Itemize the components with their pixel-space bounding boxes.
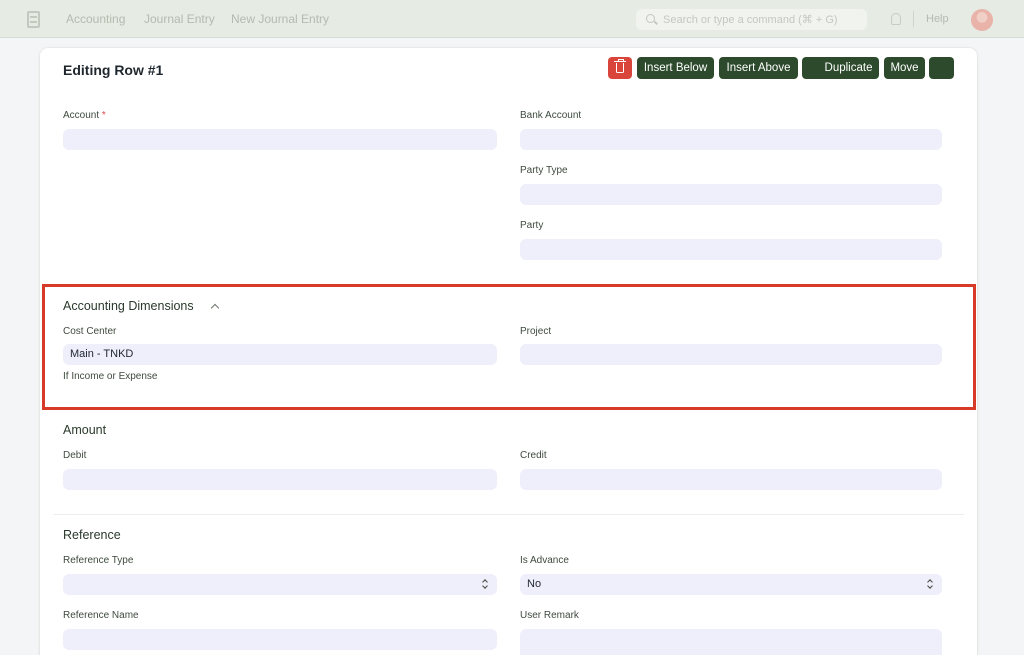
- party-type-label: Party Type: [520, 165, 568, 176]
- collapse-row-button[interactable]: [929, 57, 954, 79]
- insert-below-button[interactable]: Insert Below: [637, 57, 714, 79]
- move-button[interactable]: Move: [884, 57, 925, 79]
- party-label: Party: [520, 220, 544, 231]
- breadcrumb-accounting[interactable]: Accounting: [66, 12, 125, 26]
- help-menu[interactable]: Help: [926, 13, 949, 25]
- party-type-field[interactable]: [520, 184, 942, 205]
- credit-field[interactable]: [520, 469, 942, 490]
- debit-label: Debit: [63, 450, 87, 461]
- bell-icon[interactable]: [891, 13, 901, 25]
- trash-icon: [614, 59, 626, 73]
- reference-type-select[interactable]: [63, 574, 497, 595]
- avatar[interactable]: [971, 9, 993, 31]
- required-mark: *: [101, 110, 106, 121]
- credit-label: Credit: [520, 450, 547, 461]
- breadcrumb-new-journal-entry[interactable]: New Journal Entry: [231, 12, 329, 26]
- delete-row-button[interactable]: [608, 57, 632, 79]
- highlight-box: [42, 284, 976, 410]
- insert-above-button[interactable]: Insert Above: [719, 57, 798, 79]
- search-placeholder: Search or type a command (⌘ + G): [663, 14, 838, 26]
- is-advance-select[interactable]: No: [520, 574, 942, 595]
- duplicate-button[interactable]: Duplicate: [802, 57, 879, 79]
- is-advance-label: Is Advance: [520, 555, 569, 566]
- app-logo-icon[interactable]: [27, 11, 40, 28]
- reference-type-label: Reference Type: [63, 555, 134, 566]
- account-label: Account *: [63, 110, 106, 121]
- bank-account-field[interactable]: [520, 129, 942, 150]
- user-remark-label: User Remark: [520, 610, 579, 621]
- form-title: Editing Row #1: [63, 62, 164, 78]
- user-remark-textarea[interactable]: [520, 629, 942, 655]
- amount-heading: Amount: [63, 423, 107, 437]
- is-advance-value: No: [527, 578, 542, 590]
- party-field[interactable]: [520, 239, 942, 260]
- breadcrumb-journal-entry[interactable]: Journal Entry: [144, 12, 215, 26]
- navbar-divider: [913, 11, 914, 27]
- top-navbar: Accounting Journal Entry New Journal Ent…: [0, 0, 1024, 38]
- select-arrows-icon: [482, 579, 488, 590]
- reference-heading: Reference: [63, 528, 121, 542]
- account-field[interactable]: [63, 129, 497, 150]
- select-arrows-icon: [927, 579, 933, 590]
- bank-account-label: Bank Account: [520, 110, 582, 121]
- awesomebar-search[interactable]: Search or type a command (⌘ + G): [636, 9, 867, 30]
- debit-field[interactable]: [63, 469, 497, 490]
- reference-name-field[interactable]: [63, 629, 497, 650]
- reference-name-label: Reference Name: [63, 610, 139, 621]
- section-divider: [53, 514, 964, 515]
- search-icon: [646, 14, 655, 23]
